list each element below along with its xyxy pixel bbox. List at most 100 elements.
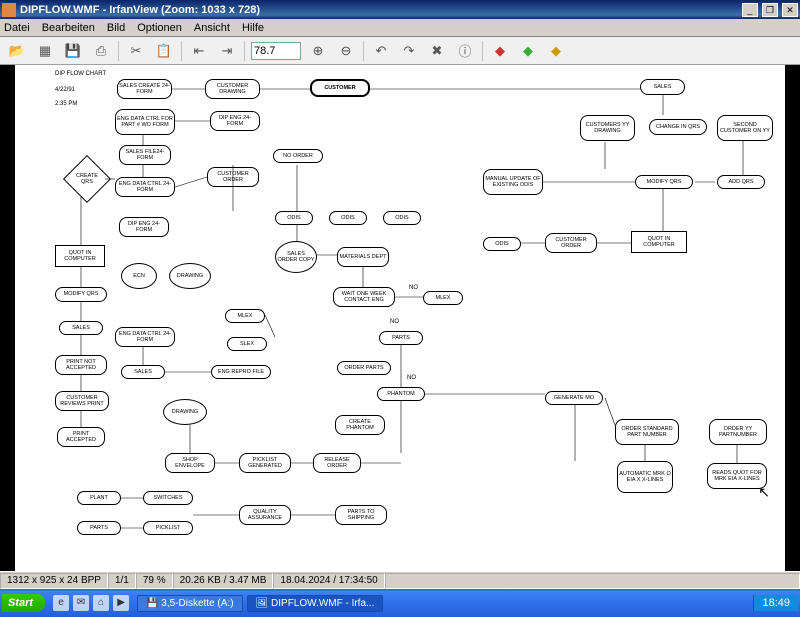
- node-eng-data-wo: ENG DATA CTRL FOR PART # WO FORM: [115, 109, 175, 135]
- ql-desktop-icon[interactable]: ⌂: [93, 595, 109, 611]
- tray-clock: 18:49: [762, 597, 790, 609]
- node-print-not-acc: PRINT NOT ACCEPTED: [55, 355, 107, 375]
- paint3-icon[interactable]: ◆: [545, 40, 567, 62]
- node-eng-data-24b: ENG DATA CTRL 24-FORM: [115, 327, 175, 347]
- menu-view[interactable]: Ansicht: [194, 22, 230, 34]
- node-reads-quot: READS QUOT FOR MRK EIA X-LINES: [707, 463, 767, 489]
- node-create-qrs: CREATE QRS: [63, 155, 111, 203]
- node-sales-file24: SALES FILE24-FORM: [119, 145, 171, 165]
- node-slex: SLEX: [227, 337, 267, 351]
- status-zoom: 79 %: [136, 573, 173, 589]
- minimize-button[interactable]: _: [742, 3, 758, 17]
- zoom-in-icon[interactable]: ⊕: [307, 40, 329, 62]
- node-sales-m: SALES: [121, 365, 165, 379]
- node-quot-comp-r: QUOT IN COMPUTER: [631, 231, 687, 253]
- node-modify-qrs-l: MODIFY QRS: [55, 287, 107, 302]
- node-add-qrs: ADD QRS: [717, 175, 765, 189]
- node-qa: QUALITY ASSURANCE: [239, 505, 291, 525]
- paint2-icon[interactable]: ◆: [517, 40, 539, 62]
- menu-edit[interactable]: Bearbeiten: [42, 22, 95, 34]
- status-size: 20.26 KB / 3.47 MB: [173, 573, 274, 589]
- node-parts-ship: PARTS TO SHIPPING: [335, 505, 387, 525]
- maximize-button[interactable]: ❐: [762, 3, 778, 17]
- paste-icon[interactable]: 📋: [153, 40, 175, 62]
- node-drawing: DRAWING: [169, 263, 211, 289]
- delete-icon[interactable]: ✖: [426, 40, 448, 62]
- taskbar: Start e ✉ ⌂ ▶ 💾 3,5-Diskette (A:) 🖼 DIPF…: [0, 589, 800, 617]
- node-customer-order2: CUSTOMER ORDER: [545, 233, 597, 253]
- node-order-yy: ORDER YY PARTNUMBER: [709, 419, 767, 445]
- label-no3: NO: [407, 375, 416, 381]
- label-no1: NO: [409, 285, 418, 291]
- toolbar: 📂 ▦ 💾 ⎙ ✂ 📋 ⇤ ⇥ ⊕ ⊖ ↶ ↷ ✖ ⓘ ◆ ◆ ◆: [0, 37, 800, 65]
- node-print-acc: PRINT ACCEPTED: [57, 427, 105, 447]
- node-plant: PLANT: [77, 491, 121, 505]
- node-release-order: RELEASE ORDER: [313, 453, 361, 473]
- node-phantom: PHANTOM: [377, 387, 425, 401]
- paint1-icon[interactable]: ◆: [489, 40, 511, 62]
- ql-media-icon[interactable]: ▶: [113, 595, 129, 611]
- node-picklist: PICKLIST: [143, 521, 193, 535]
- next-icon[interactable]: ⇥: [216, 40, 238, 62]
- node-materials-dept: MATERIALS DEPT: [337, 247, 389, 267]
- zoom-out-icon[interactable]: ⊖: [335, 40, 357, 62]
- node-wait-week: WAIT ONE WEEK CONTACT ENG: [333, 287, 395, 307]
- node-order-parts: ORDER PARTS: [337, 361, 391, 375]
- node-order-std: ORDER STANDARD PART NUMBER: [615, 419, 679, 445]
- node-drawing2: DRAWING: [163, 399, 207, 425]
- node-quot-comp-l: QUOT IN COMPUTER: [55, 245, 105, 267]
- save-icon[interactable]: 💾: [62, 40, 84, 62]
- slideshow-icon[interactable]: ▦: [34, 40, 56, 62]
- menu-help[interactable]: Hilfe: [242, 22, 264, 34]
- taskbar-task-diskette[interactable]: 💾 3,5-Diskette (A:): [137, 595, 242, 612]
- zoom-input[interactable]: [251, 42, 301, 60]
- rotate-left-icon[interactable]: ↶: [370, 40, 392, 62]
- label-no2: NO: [390, 319, 399, 325]
- close-button[interactable]: ✕: [782, 3, 798, 17]
- node-odis3: ODIS: [383, 211, 421, 225]
- ql-mail-icon[interactable]: ✉: [73, 595, 89, 611]
- status-datetime: 18.04.2024 / 17:34:50: [273, 573, 384, 589]
- info-icon[interactable]: ⓘ: [454, 40, 476, 62]
- node-no-order: NO ORDER: [273, 149, 323, 163]
- system-tray[interactable]: 18:49: [753, 595, 798, 611]
- node-eng-repro: ENG REPRO FILE: [211, 365, 271, 379]
- chart-time: 2:35 PM: [55, 101, 77, 107]
- scan-icon[interactable]: ⎙: [90, 40, 112, 62]
- image-viewport[interactable]: DIP FLOW CHART 4/22/91 2:35 PM SALES CRE…: [0, 65, 800, 571]
- cut-icon[interactable]: ✂: [125, 40, 147, 62]
- menu-file[interactable]: Datei: [4, 22, 30, 34]
- node-odis1: ODIS: [275, 211, 313, 225]
- menu-options[interactable]: Optionen: [137, 22, 182, 34]
- node-dip-eng-24: DIP ENG 24-FORM: [210, 111, 260, 131]
- node-cust-reviews: CUSTOMER REVIEWS PRINT: [55, 391, 109, 411]
- node-sales-order-copy: SALES ORDER COPY: [275, 241, 317, 273]
- node-dip-eng-24b: DIP ENG 24-FORM: [119, 217, 169, 237]
- node-auto-mrk: AUTOMATIC MRK O EIA X X-LINES: [617, 461, 673, 493]
- node-switches: SWITCHES: [143, 491, 193, 505]
- status-bar: 1312 x 925 x 24 BPP 1/1 79 % 20.26 KB / …: [0, 571, 800, 589]
- node-second-cust: SECOND CUSTOMER ON YY: [717, 115, 773, 141]
- window-title: DIPFLOW.WMF - IrfanView (Zoom: 1033 x 72…: [20, 4, 741, 16]
- node-change-qrs: CHANGE IN QRS: [649, 119, 707, 135]
- prev-icon[interactable]: ⇤: [188, 40, 210, 62]
- node-sales-top: SALES: [640, 79, 685, 95]
- node-create-phantom: CREATE PHANTOM: [335, 415, 385, 435]
- app-icon: [2, 3, 16, 17]
- ql-ie-icon[interactable]: e: [53, 595, 69, 611]
- menu-bar: Datei Bearbeiten Bild Optionen Ansicht H…: [0, 19, 800, 37]
- taskbar-task-irfanview[interactable]: 🖼 DIPFLOW.WMF - Irfa...: [247, 595, 384, 612]
- node-customer-drawing: CUSTOMER DRAWING: [205, 79, 260, 99]
- start-button[interactable]: Start: [2, 594, 45, 612]
- open-icon[interactable]: 📂: [6, 40, 28, 62]
- node-odis4: ODIS: [483, 237, 521, 251]
- rotate-right-icon[interactable]: ↷: [398, 40, 420, 62]
- flowchart-canvas: DIP FLOW CHART 4/22/91 2:35 PM SALES CRE…: [15, 65, 785, 571]
- node-generate-mo: GENERATE MO: [545, 391, 603, 405]
- node-shop-env: SHOP ENVELOPE: [165, 453, 215, 473]
- node-eng-data-24: ENG DATA CTRL 24-FORM: [115, 177, 175, 197]
- chart-title: DIP FLOW CHART: [55, 71, 106, 77]
- node-picklist-gen: PICKLIST GENERATED: [239, 453, 291, 473]
- node-customer-order: CUSTOMER ORDER: [207, 167, 259, 187]
- menu-image[interactable]: Bild: [107, 22, 125, 34]
